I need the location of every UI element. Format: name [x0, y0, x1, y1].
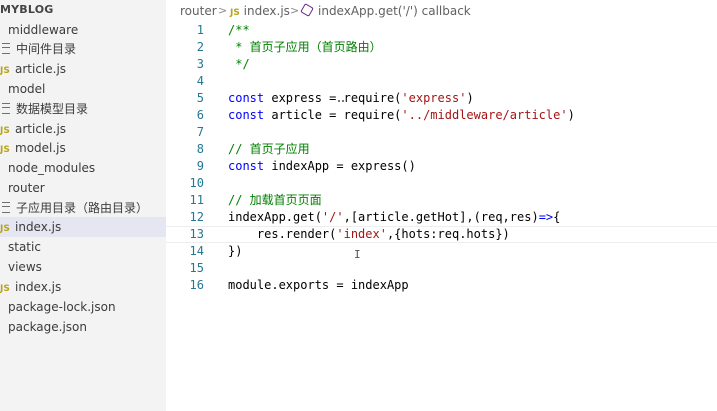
explorer-item[interactable]: node_modules: [0, 158, 166, 178]
explorer-item[interactable]: JS index.js: [0, 277, 166, 297]
code-line[interactable]: 14}): [166, 243, 717, 260]
code-text[interactable]: const indexApp = express(): [228, 158, 416, 175]
code-line[interactable]: 9 const indexApp = express(): [166, 158, 717, 175]
symbol-method-icon: [300, 3, 314, 17]
line-number: 16: [189, 278, 204, 292]
explorer-item[interactable]: middleware: [0, 20, 166, 40]
hint-squiggle: [338, 98, 344, 102]
explorer-item[interactable]: package-lock.json: [0, 297, 166, 317]
explorer-item-label: index.js: [15, 280, 62, 294]
js-file-icon: JS: [0, 145, 10, 155]
line-number: 2: [196, 40, 204, 54]
js-file-icon: JS: [0, 284, 10, 294]
explorer-item[interactable]: JS index.js: [0, 217, 166, 237]
code-text[interactable]: * 首页子应用（首页路由）: [228, 39, 381, 56]
explorer-item[interactable]: JS article.js: [0, 59, 166, 79]
document-icon: [2, 202, 10, 213]
explorer-item[interactable]: views: [0, 257, 166, 277]
code-line[interactable]: 15: [166, 260, 717, 277]
breadcrumb-separator: >: [290, 4, 300, 17]
line-number: 10: [189, 176, 204, 190]
code-line[interactable]: 4: [166, 73, 717, 90]
code-line[interactable]: 6 const article = require('../middleware/…: [166, 107, 717, 124]
explorer-item-label: middleware: [8, 23, 79, 37]
explorer-item[interactable]: static: [0, 237, 166, 257]
explorer-item-label: package-lock.json: [8, 300, 116, 314]
explorer-item-label: node_modules: [8, 161, 96, 175]
line-number: 9: [196, 159, 204, 173]
explorer-item-label: 中间件目录: [16, 42, 77, 56]
code-text[interactable]: // 加载首页页面: [228, 192, 322, 209]
breadcrumb-symbol[interactable]: indexApp.get('/') callback: [318, 0, 471, 22]
code-editor[interactable]: 1/** 2 * 首页子应用（首页路由） 3 */4 5 const express =…: [166, 22, 717, 411]
code-line[interactable]: 10: [166, 175, 717, 192]
explorer-item-label: model: [8, 82, 46, 96]
line-number: 4: [196, 74, 204, 88]
line-number: 1: [196, 23, 204, 37]
code-line[interactable]: 1 /**: [166, 22, 717, 39]
explorer-item-label: package.json: [8, 320, 88, 334]
breadcrumb-file-label: index.js: [243, 4, 290, 18]
explorer-item-label: article.js: [15, 122, 67, 136]
line-number: 13: [189, 227, 204, 241]
code-line[interactable]: 11 // 加载首页页面: [166, 192, 717, 209]
code-line[interactable]: 7: [166, 124, 717, 141]
code-text[interactable]: res.render('index',{hots:req.hots}): [228, 227, 510, 242]
breadcrumb-file[interactable]: JS index.js: [230, 0, 290, 24]
code-text[interactable]: /**: [228, 22, 250, 39]
code-line[interactable]: 8 // 首页子应用: [166, 141, 717, 158]
explorer-item-label: index.js: [15, 220, 62, 234]
code-text[interactable]: module.exports = indexApp: [228, 277, 409, 294]
explorer-item-label: 数据模型目录: [16, 102, 89, 116]
document-icon: [2, 103, 10, 114]
explorer-item[interactable]: JS model.js: [0, 138, 166, 158]
line-number: 6: [196, 108, 204, 122]
code-text[interactable]: const article = require('../middleware/a…: [228, 107, 575, 124]
explorer-item-label: 子应用目录（路由目录）: [16, 201, 149, 215]
code-line[interactable]: 5 const express = require('express'): [166, 90, 717, 107]
code-text[interactable]: */: [228, 56, 249, 73]
explorer-item[interactable]: 子应用目录（路由目录）: [0, 198, 166, 218]
code-line[interactable]: 12 indexApp.get('/',[article.getHot],(req…: [166, 209, 717, 226]
code-line[interactable]: 16 module.exports = indexApp: [166, 277, 717, 294]
code-text[interactable]: }): [228, 243, 242, 260]
line-number: 3: [196, 57, 204, 71]
code-line[interactable]: 2 * 首页子应用（首页路由）: [166, 39, 717, 56]
explorer-item[interactable]: 数据模型目录: [0, 99, 166, 119]
explorer-item-label: static: [8, 240, 41, 254]
code-text[interactable]: indexApp.get('/',[article.getHot],(req,r…: [228, 209, 560, 226]
code-line[interactable]: 13 res.render('index',{hots:req.hots}): [166, 226, 717, 243]
js-file-icon: JS: [0, 66, 10, 76]
code-text[interactable]: // 首页子应用: [228, 141, 310, 158]
line-number: 7: [196, 125, 204, 139]
js-file-icon: JS: [0, 224, 10, 234]
line-number: 11: [189, 193, 204, 207]
line-number: 15: [189, 261, 204, 275]
explorer-item-label: views: [8, 260, 42, 274]
explorer-item[interactable]: model: [0, 79, 166, 99]
explorer-item[interactable]: router: [0, 178, 166, 198]
explorer-item[interactable]: package.json: [0, 317, 166, 337]
explorer-item-label: router: [8, 181, 45, 195]
code-line[interactable]: 3 */: [166, 56, 717, 73]
explorer-item-label: article.js: [15, 62, 67, 76]
line-number: 12: [189, 210, 204, 224]
line-number: 5: [196, 91, 204, 105]
explorer-item[interactable]: 中间件目录: [0, 39, 166, 59]
breadcrumb-folder[interactable]: router: [180, 0, 217, 22]
explorer-root-label[interactable]: MYBLOG: [0, 0, 166, 20]
document-icon: [2, 43, 10, 54]
js-file-icon: JS: [230, 8, 240, 18]
text-cursor-icon: I: [354, 248, 361, 261]
breadcrumb-separator: >: [218, 4, 228, 17]
explorer-item[interactable]: JS article.js: [0, 119, 166, 139]
breadcrumb: router > JS index.js > indexApp.get('/')…: [166, 0, 717, 22]
code-text[interactable]: const express = require('express'): [228, 90, 474, 107]
line-number: 14: [189, 244, 204, 258]
explorer-item-label: model.js: [15, 141, 66, 155]
explorer-sidebar: MYBLOG middleware 中间件目录 JS article.js model 数…: [0, 0, 166, 411]
line-number: 8: [196, 142, 204, 156]
